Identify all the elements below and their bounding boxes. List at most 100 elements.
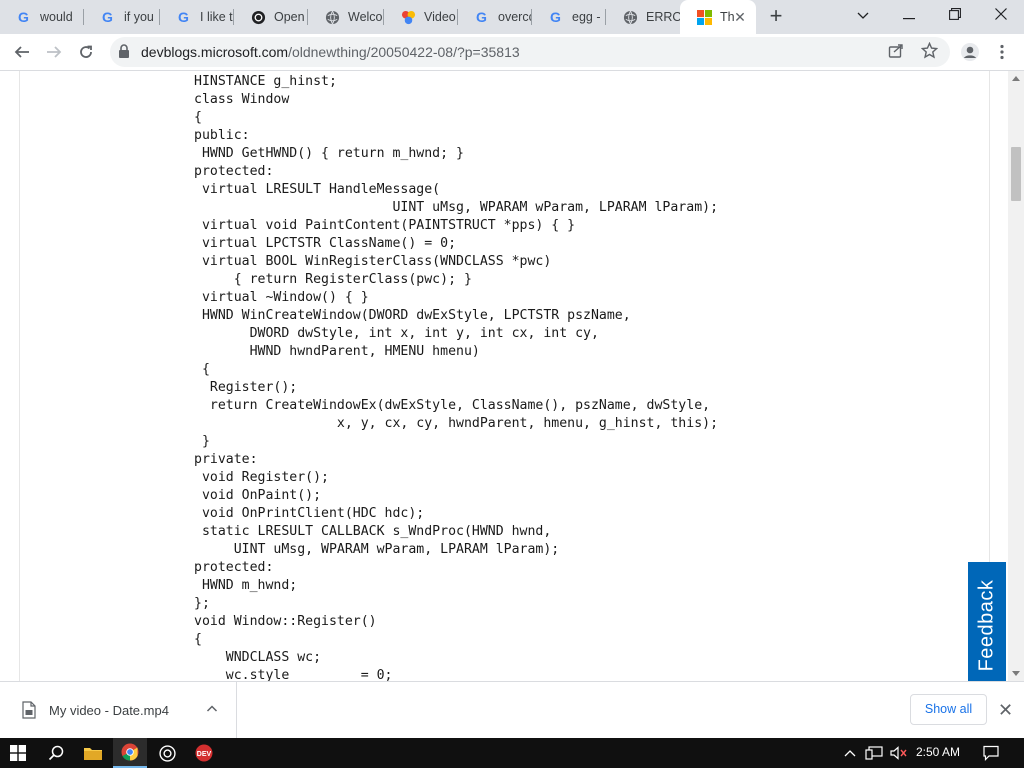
url-text[interactable]: devblogs.microsoft.com/oldnewthing/20050… — [141, 44, 520, 60]
code-line: DWORD dwStyle, int x, int y, int cx, int… — [194, 326, 599, 341]
restore-button[interactable] — [932, 0, 978, 30]
openai-icon — [250, 9, 266, 25]
code-line: virtual ~Window() { } — [194, 290, 369, 305]
profile-button[interactable] — [956, 38, 984, 66]
code-line: public: — [194, 128, 250, 143]
google-icon: G — [16, 9, 32, 25]
tab-search-button[interactable] — [840, 0, 886, 30]
tab-i-like[interactable]: G I like t — [160, 0, 234, 34]
scrollbar-thumb[interactable] — [1011, 147, 1021, 201]
code-line: wc.style = 0; — [194, 668, 393, 681]
tab-welco[interactable]: Welco — [308, 0, 384, 34]
code-line: { return RegisterClass(pwc); } — [194, 272, 472, 287]
openai-taskbar-button[interactable] — [150, 738, 184, 768]
google-icon: G — [100, 9, 116, 25]
tab-overcc[interactable]: G overcc — [458, 0, 532, 34]
google-icon: G — [548, 9, 564, 25]
kebab-menu-icon — [1000, 44, 1004, 60]
menu-button[interactable] — [988, 38, 1016, 66]
close-icon[interactable]: ✕ — [732, 9, 748, 25]
volume-muted-icon — [890, 746, 907, 760]
chevron-down-icon — [857, 12, 869, 19]
code-line: HWND hwndParent, HMENU hmenu) — [194, 344, 480, 359]
new-tab-button[interactable]: + — [764, 5, 788, 29]
volume-status[interactable] — [888, 738, 910, 768]
vertical-scrollbar[interactable] — [1008, 71, 1024, 681]
dev-app-taskbar-button[interactable]: DEV — [187, 738, 221, 768]
back-button[interactable] — [8, 38, 36, 66]
start-button[interactable] — [0, 738, 36, 768]
file-icon — [22, 701, 36, 724]
minimize-button[interactable] — [886, 0, 932, 30]
code-line: protected: — [194, 560, 274, 575]
tab-video[interactable]: Video — [384, 0, 458, 34]
colorful-app-icon — [400, 9, 416, 25]
scroll-up-arrow-icon[interactable] — [1012, 76, 1020, 81]
show-all-button[interactable]: Show all — [910, 694, 987, 725]
code-line: { — [194, 362, 210, 377]
code-line: } — [194, 434, 210, 449]
taskbar-clock[interactable]: 2:50 AM — [916, 745, 960, 759]
dev-app-icon: DEV — [195, 744, 213, 762]
file-explorer-button[interactable] — [76, 738, 110, 768]
chevron-up-icon[interactable] — [206, 702, 218, 720]
reload-button[interactable] — [72, 38, 100, 66]
minimize-icon — [903, 18, 915, 20]
forward-button[interactable] — [40, 38, 68, 66]
chevron-up-icon — [844, 750, 856, 757]
windows-logo-icon — [10, 745, 26, 761]
code-line: return CreateWindowEx(dwExStyle, ClassNa… — [194, 398, 711, 413]
code-line: Register(); — [194, 380, 298, 395]
bookmark-star-icon[interactable] — [920, 41, 939, 64]
tab-active[interactable]: Th ✕ — [680, 0, 756, 34]
code-line: { — [194, 632, 202, 647]
tab-error[interactable]: ERROR — [606, 0, 680, 34]
folder-icon — [84, 748, 102, 760]
tab-label: I like t — [200, 10, 233, 24]
feedback-label: Feedback — [975, 579, 998, 672]
show-hidden-icons-button[interactable] — [840, 738, 860, 768]
windows-taskbar: DEV 2:50 AM — [0, 738, 1024, 768]
svg-text:DEV: DEV — [197, 751, 212, 758]
code-line: UINT uMsg, WPARAM wParam, LPARAM lParam)… — [194, 542, 560, 557]
page-content: HINSTANCE g_hinst; class Window {public: H… — [0, 71, 1008, 681]
address-bar[interactable]: devblogs.microsoft.com/oldnewthing/20050… — [110, 37, 950, 67]
code-line: UINT uMsg, WPARAM wParam, LPARAM lParam)… — [194, 200, 719, 215]
action-center-button[interactable] — [980, 738, 1002, 768]
svg-text:G: G — [101, 10, 112, 25]
scroll-down-arrow-icon[interactable] — [1012, 671, 1020, 676]
globe-icon — [622, 9, 638, 25]
network-status[interactable] — [863, 738, 885, 768]
code-line: HWND WinCreateWindow(DWORD dwExStyle, LP… — [194, 308, 631, 323]
close-icon[interactable]: ✕ — [998, 701, 1013, 719]
code-line: x, y, cx, cy, hwndParent, hmenu, g_hinst… — [194, 416, 719, 431]
code-line: virtual LPCTSTR ClassName() = 0; — [194, 236, 457, 251]
tab-would[interactable]: G would — [0, 0, 84, 34]
tab-label: overcc — [498, 10, 532, 24]
globe-icon — [324, 9, 340, 25]
download-file-name: My video - Date.mp4 — [49, 703, 169, 718]
search-button[interactable] — [38, 738, 74, 768]
close-window-button[interactable] — [978, 0, 1024, 30]
code-line: HINSTANCE g_hinst; — [194, 74, 337, 89]
download-item[interactable]: My video - Date.mp4 — [0, 682, 237, 738]
code-line: void OnPaint(); — [194, 488, 322, 503]
tab-label: Video — [424, 10, 456, 24]
feedback-button[interactable]: Feedback — [968, 562, 1006, 681]
code-line: void OnPrintClient(HDC hdc); — [194, 506, 425, 521]
svg-text:G: G — [17, 10, 28, 25]
tab-egg[interactable]: G egg - — [532, 0, 606, 34]
content-border-left — [19, 71, 20, 681]
code-line: void Register(); — [194, 470, 329, 485]
chrome-taskbar-button[interactable] — [113, 738, 147, 768]
tab-if-you[interactable]: G if you — [84, 0, 160, 34]
tab-label: ERROR — [646, 10, 680, 24]
code-line: HWND GetHWND() { return m_hwnd; } — [194, 146, 464, 161]
google-icon: G — [176, 9, 192, 25]
back-arrow-icon — [14, 46, 29, 58]
tab-open[interactable]: Open — [234, 0, 308, 34]
share-icon[interactable] — [888, 43, 904, 64]
code-line: protected: — [194, 164, 274, 179]
url-host: devblogs.microsoft.com — [141, 44, 289, 60]
svg-text:G: G — [475, 10, 486, 25]
